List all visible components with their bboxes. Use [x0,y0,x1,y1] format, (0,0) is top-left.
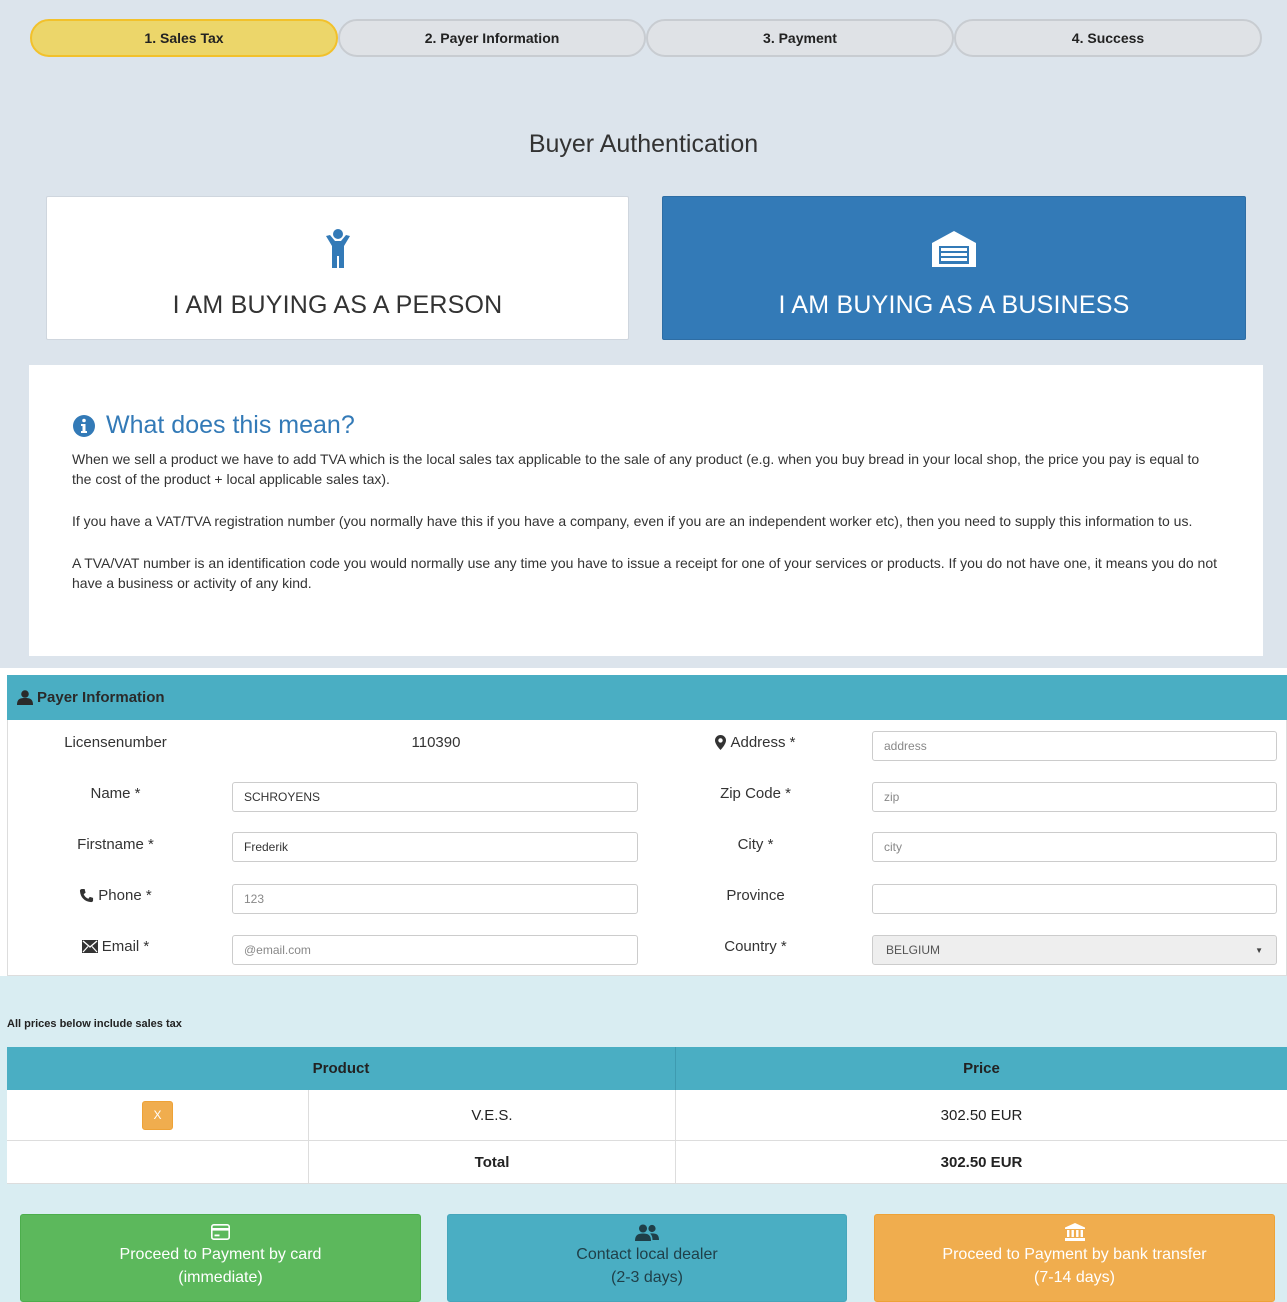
licensenumber-label: Licensenumber [64,733,167,751]
contact-dealer-timing: (2-3 days) [610,1269,684,1286]
bank-icon [1064,1221,1085,1243]
step-progress-bar: 1. Sales Tax 2. Payer Information 3. Pay… [30,19,1262,57]
section-divider [0,668,1287,675]
remove-item-button[interactable]: X [142,1100,173,1130]
remove-cell: X [7,1090,309,1140]
phone-label-text: Phone * [98,886,152,904]
contact-dealer-label: Contact local dealer [576,1246,718,1263]
child-icon [325,227,351,269]
users-icon [633,1221,661,1243]
country-label: Country * [724,937,787,955]
explanation-paragraph: When we sell a product we have to add TV… [72,451,1200,487]
country-selected-value: BELGIUM [886,943,941,957]
city-label: City * [737,835,774,853]
product-name-cell: V.E.S. [309,1090,676,1140]
chevron-down-icon: ▼ [1255,945,1263,955]
zip-code-field[interactable] [872,782,1277,812]
email-label: Email * [38,936,193,956]
contact-dealer-button[interactable]: Contact local dealer (2-3 days) [447,1214,847,1302]
map-marker-icon [715,734,727,750]
product-column-header: Product [7,1047,676,1090]
buy-as-person-option[interactable]: I AM BUYING AS A PERSON [46,196,629,340]
sales-tax-section: 1. Sales Tax 2. Payer Information 3. Pay… [0,0,1287,668]
licensenumber-value: 110390 [411,734,461,751]
phone-label: Phone * [38,885,193,905]
city-field[interactable] [872,832,1277,862]
explanation-paragraph: If you have a VAT/TVA registration numbe… [72,513,1193,529]
country-select[interactable]: BELGIUM ▼ [872,935,1277,965]
address-label: Address * [678,732,833,752]
pay-by-card-button[interactable]: Proceed to Payment by card (immediate) [20,1214,421,1302]
price-column-header: Price [963,1060,1000,1077]
sales-tax-explanation: What does this mean? When we sell a prod… [29,365,1263,656]
payer-information-title: Payer Information [37,689,165,706]
email-label-text: Email * [101,937,150,955]
total-label: Total [309,1141,676,1183]
province-field[interactable] [872,884,1277,914]
credit-card-icon [211,1221,230,1243]
buy-as-person-label: I AM BUYING AS A PERSON [172,291,503,319]
phone-field[interactable] [232,884,638,914]
buyer-authentication-title: Buyer Authentication [528,130,759,158]
pay-by-card-label: Proceed to Payment by card [119,1246,322,1263]
buy-as-business-label: I AM BUYING AS A BUSINESS [778,291,1130,319]
total-row: Total 302.50 EUR [7,1141,1287,1184]
name-label: Name * [90,784,141,802]
step-payer-information[interactable]: 2. Payer Information [338,19,646,57]
step-sales-tax[interactable]: 1. Sales Tax [30,19,338,57]
garage-icon [930,227,978,269]
explanation-paragraph: A TVA/VAT number is an identification co… [72,555,1217,591]
zip-code-label: Zip Code * [720,784,791,802]
total-value: 302.50 EUR [940,1153,1023,1171]
step-payment[interactable]: 3. Payment [646,19,954,57]
buy-as-business-option[interactable]: I AM BUYING AS A BUSINESS [662,196,1246,340]
user-icon [17,690,33,705]
name-field[interactable] [232,782,638,812]
empty-cell [7,1141,309,1183]
step-success[interactable]: 4. Success [954,19,1262,57]
firstname-label: Firstname * [77,835,154,853]
table-header-row: Product Price [7,1047,1287,1090]
payer-information-header: Payer Information [7,675,1287,720]
address-field[interactable] [872,731,1277,761]
phone-icon [79,888,94,903]
envelope-icon [81,939,98,953]
payer-information-form: Licensenumber 110390 Name * Firstname * … [7,720,1287,976]
explanation-heading-text: What does this mean? [106,411,355,439]
product-price-cell: 302.50 EUR [940,1106,1023,1124]
email-field[interactable] [232,935,638,965]
firstname-field[interactable] [232,832,638,862]
pay-by-bank-transfer-button[interactable]: Proceed to Payment by bank transfer (7-1… [874,1214,1275,1302]
address-label-text: Address * [730,733,796,751]
pay-by-bank-transfer-timing: (7-14 days) [1034,1269,1115,1286]
info-circle-icon [72,414,96,438]
explanation-heading: What does this mean? [72,411,1220,440]
table-row: X V.E.S. 302.50 EUR [7,1090,1287,1141]
prices-include-tax-note: All prices below include sales tax [7,1018,182,1030]
province-label: Province [726,886,785,904]
pay-by-card-timing: (immediate) [178,1269,263,1286]
pay-by-bank-transfer-label: Proceed to Payment by bank transfer [942,1246,1207,1263]
